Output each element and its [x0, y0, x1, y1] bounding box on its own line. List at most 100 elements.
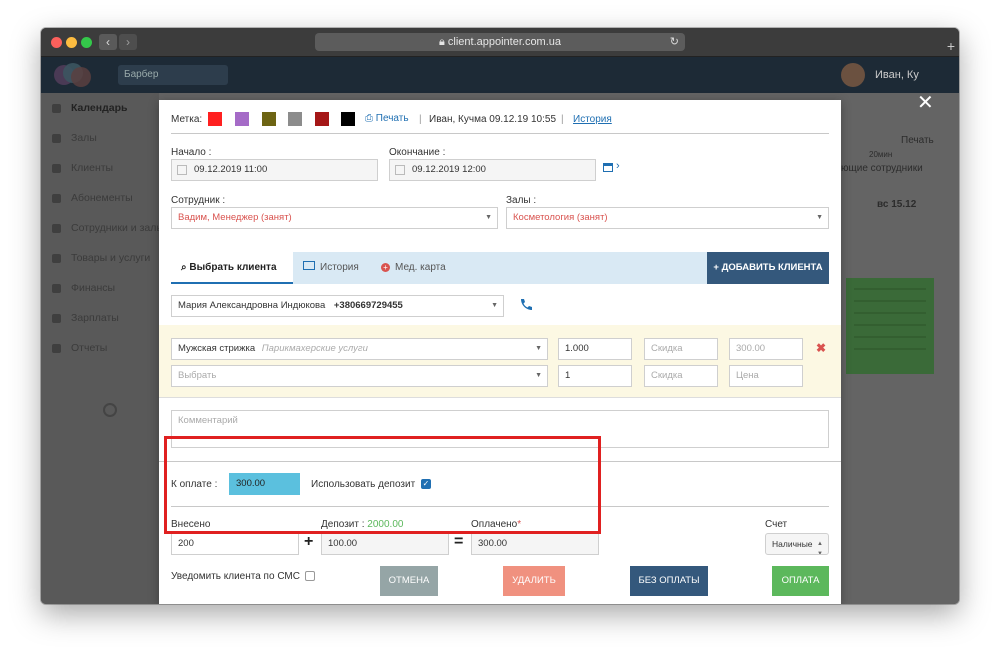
- card-icon: [303, 261, 315, 270]
- chevron-right-icon[interactable]: ›: [616, 160, 620, 172]
- account-select[interactable]: Наличные ▲ ▼: [765, 533, 829, 555]
- sidebar-item[interactable]: Залы: [41, 123, 159, 153]
- color-swatch[interactable]: [315, 112, 329, 126]
- forward-button[interactable]: ›: [119, 34, 137, 50]
- cancel-button[interactable]: ОТМЕНА: [380, 566, 438, 596]
- sidebar-item-label: Финансы: [71, 282, 116, 294]
- print-label: Печать: [375, 113, 409, 124]
- tab-history[interactable]: История: [303, 252, 359, 284]
- calendar-icon: [395, 165, 405, 175]
- new-tab-button[interactable]: +: [947, 38, 955, 54]
- pay-button[interactable]: ОПЛАТА: [772, 566, 829, 596]
- start-value: 09.12.2019 11:00: [194, 164, 268, 175]
- service-price-input[interactable]: 300.00: [729, 338, 803, 360]
- paid-in-input[interactable]: 200: [171, 533, 299, 555]
- brand-selector[interactable]: Барбер: [118, 65, 228, 85]
- user-name: Иван, Ку: [875, 69, 919, 81]
- sidebar-item[interactable]: Клиенты: [41, 153, 159, 183]
- end-value: 09.12.2019 12:00: [412, 164, 486, 175]
- chevron-down-icon: ▼: [535, 345, 542, 352]
- sms-label: Уведомить клиента по СМС: [171, 571, 300, 582]
- sidebar-item-label: Товары и услуги: [71, 252, 151, 264]
- print-link[interactable]: ⎙ Печать: [365, 113, 409, 124]
- sms-checkbox[interactable]: [305, 571, 315, 581]
- sidebar-item-label: Календарь: [71, 102, 128, 114]
- sidebar-item[interactable]: Сотрудники и залы: [41, 213, 159, 243]
- start-label: Начало :: [171, 147, 212, 158]
- close-modal-icon[interactable]: ✕: [917, 93, 934, 113]
- sidebar-item[interactable]: Абонементы: [41, 183, 159, 213]
- tab-label: Выбрать клиента: [189, 262, 277, 273]
- employee-select[interactable]: Вадим, Менеджер (занят) ▼: [171, 207, 498, 229]
- sidebar-item-icon: [52, 314, 61, 323]
- color-swatch[interactable]: [235, 112, 249, 126]
- sidebar: Календарь Залы Клиенты Абонементы Сотрудники…: [41, 93, 159, 604]
- close-window-button[interactable]: [51, 37, 62, 48]
- avatar: [841, 63, 865, 87]
- client-phone: +380669729455: [333, 300, 403, 311]
- new-service-qty-input[interactable]: 1: [558, 365, 632, 387]
- service-discount-input[interactable]: Скидка: [644, 338, 718, 360]
- back-button[interactable]: ‹: [99, 34, 117, 50]
- gear-icon[interactable]: [103, 403, 117, 417]
- sidebar-item-icon: [52, 164, 61, 173]
- account-value: Наличные: [772, 539, 813, 549]
- paid-input[interactable]: 300.00: [471, 533, 599, 555]
- address-bar[interactable]: 🔒︎ client.appointer.com.ua ↻: [315, 33, 685, 51]
- phone-icon[interactable]: [518, 297, 534, 313]
- client-select[interactable]: Мария Александровна Индюкова +3806697294…: [171, 295, 504, 317]
- sidebar-item-icon: [52, 134, 61, 143]
- sidebar-item[interactable]: Финансы: [41, 273, 159, 303]
- bg-staff-text: ющие сотрудники: [841, 163, 923, 174]
- color-swatch[interactable]: [288, 112, 302, 126]
- sidebar-item[interactable]: Отчеты: [41, 333, 159, 363]
- color-swatch[interactable]: [262, 112, 276, 126]
- service-qty-input[interactable]: 1.000: [558, 338, 632, 360]
- tab-select-client[interactable]: ⌕ Выбрать клиента: [171, 252, 293, 284]
- new-service-discount-input[interactable]: Скидка: [644, 365, 718, 387]
- calendar-icon: [177, 165, 187, 175]
- tab-label: История: [320, 262, 359, 273]
- new-service-select[interactable]: Выбрать ▼: [171, 365, 548, 387]
- minimize-window-button[interactable]: [66, 37, 77, 48]
- color-swatch[interactable]: [208, 112, 222, 126]
- updown-icon: ▲ ▼: [817, 541, 823, 555]
- service-select[interactable]: Мужская стрижка Парикмахерские услуги ▼: [171, 338, 548, 360]
- lock-icon: 🔒︎: [438, 36, 448, 48]
- sidebar-item-label: Клиенты: [71, 162, 114, 174]
- equals-sign: =: [454, 533, 464, 550]
- tab-med-card[interactable]: + Мед. карта: [381, 252, 446, 284]
- reload-icon[interactable]: ↻: [670, 33, 679, 51]
- hall-select[interactable]: Косметология (занят) ▼: [506, 207, 829, 229]
- maximize-window-button[interactable]: [81, 37, 92, 48]
- history-link[interactable]: История: [573, 114, 612, 125]
- bg-min-text: 20мин: [869, 150, 893, 159]
- sidebar-item[interactable]: Зарплаты: [41, 303, 159, 333]
- sidebar-item-icon: [52, 254, 61, 263]
- delete-button[interactable]: УДАЛИТЬ: [503, 566, 565, 596]
- sidebar-item[interactable]: Товары и услуги: [41, 243, 159, 273]
- sidebar-item-label: Абонементы: [71, 192, 133, 204]
- color-swatch[interactable]: [341, 112, 355, 126]
- no-payment-button[interactable]: БЕЗ ОПЛАТЫ: [630, 566, 708, 596]
- sidebar-item-icon: [52, 224, 61, 233]
- service-category: Парикмахерские услуги: [261, 343, 368, 354]
- created-info: Иван, Кучма 09.12.19 10:55: [429, 114, 557, 125]
- chevron-down-icon: ▼: [491, 302, 498, 309]
- new-service-price-input[interactable]: Цена: [729, 365, 803, 387]
- end-datetime-input[interactable]: 09.12.2019 12:00: [389, 159, 596, 181]
- plus-icon: +: [713, 262, 722, 273]
- start-datetime-input[interactable]: 09.12.2019 11:00: [171, 159, 378, 181]
- services-block: Мужская стрижка Парикмахерские услуги ▼ …: [159, 325, 841, 397]
- user-menu[interactable]: Иван, Ку: [841, 61, 959, 89]
- sidebar-item-label: Залы: [71, 132, 97, 144]
- sidebar-item[interactable]: Календарь: [41, 93, 159, 123]
- divider: [171, 133, 829, 134]
- add-client-button[interactable]: + ДОБАВИТЬ КЛИЕНТА: [707, 252, 829, 284]
- chevron-down-icon: ▼: [816, 214, 823, 221]
- sidebar-item-label: Зарплаты: [71, 312, 119, 324]
- calendar-picker-icon[interactable]: [603, 163, 613, 172]
- remove-service-icon[interactable]: ✖: [816, 341, 826, 355]
- hall-label: Залы :: [506, 195, 537, 206]
- deposit-input[interactable]: 100.00: [321, 533, 449, 555]
